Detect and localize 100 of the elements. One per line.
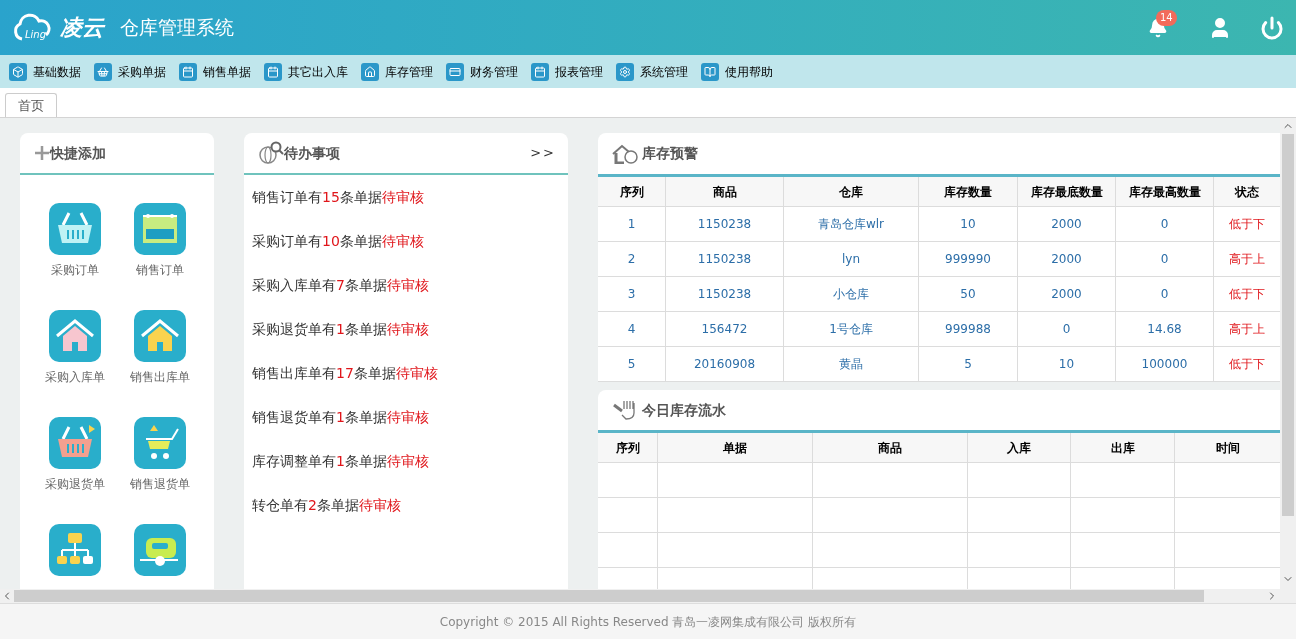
menu-icon [616, 62, 634, 81]
todo-item[interactable]: 销售出库单有17条单据待审核 [252, 363, 568, 407]
column-header: 库存数量 [919, 177, 1018, 206]
table-cell: 青岛仓库wlr [784, 207, 919, 241]
menu-icon [361, 62, 379, 81]
shortcut-label[interactable]: 采购退货单 [44, 475, 105, 493]
menu-icon [179, 62, 197, 81]
sale-sign-icon[interactable] [133, 203, 186, 255]
org-chart-icon[interactable] [48, 524, 101, 576]
power-icon[interactable] [1260, 15, 1284, 40]
menu-item[interactable]: 系统管理 [616, 62, 688, 81]
table-cell: 156472 [666, 312, 784, 346]
table-cell: 10 [1018, 347, 1116, 381]
todo-item[interactable]: 销售订单有15条单据待审核 [252, 187, 568, 231]
column-header: 序列 [598, 433, 658, 462]
table-cell: 0 [1018, 312, 1116, 346]
table-cell: 999988 [919, 312, 1018, 346]
basket-icon[interactable] [48, 417, 101, 469]
shortcut-label[interactable]: 销售订单 [135, 261, 184, 279]
brand-name: 凌云 [60, 14, 104, 42]
table-cell: 100000 [1116, 347, 1214, 381]
menu-icon [531, 62, 549, 81]
todo-item[interactable]: 库存调整单有1条单据待审核 [252, 451, 568, 495]
house-icon[interactable] [48, 310, 101, 362]
shortcut-label[interactable]: 销售退货单 [129, 475, 190, 493]
table-cell: lyn [784, 242, 919, 276]
table-cell: 黄晶 [784, 347, 919, 381]
column-header: 状态 [1233, 183, 1260, 201]
horizontal-scrollbar[interactable] [0, 589, 1296, 603]
column-header: 仓库 [784, 177, 919, 206]
table-cell: 5 [598, 347, 666, 381]
table-cell: 14.68 [1116, 312, 1214, 346]
table-cell: 2 [598, 242, 666, 276]
card-title: 今日库存流水 [642, 400, 726, 420]
menu-item[interactable]: 其它出入库 [264, 62, 348, 81]
card-title: 待办事项 [284, 143, 340, 163]
table-cell: 2000 [1018, 277, 1116, 311]
globe-search-icon [258, 141, 284, 165]
column-header: 商品 [666, 177, 784, 206]
notification-badge: 14 [1156, 9, 1177, 26]
column-header: 单据 [658, 433, 813, 462]
menu-item[interactable]: 财务管理 [446, 62, 518, 81]
table-cell: 5 [919, 347, 1018, 381]
scrollbar-thumb[interactable] [1282, 134, 1294, 516]
todo-item[interactable]: 销售退货单有1条单据待审核 [252, 407, 568, 451]
trailer-icon[interactable] [133, 524, 186, 576]
menu-item[interactable]: 采购单据 [94, 62, 166, 81]
menu-item[interactable]: 报表管理 [531, 62, 603, 81]
table-cell: 50 [919, 277, 1018, 311]
menu-icon [701, 62, 719, 81]
table-cell: 1 [598, 207, 666, 241]
table-cell-text: 高于上 [1228, 321, 1266, 338]
todo-item[interactable]: 转仓单有2条单据待审核 [252, 495, 568, 539]
table-cell: 999990 [919, 242, 1018, 276]
table-cell: 0 [1116, 242, 1214, 276]
todo-item[interactable]: 采购退货单有1条单据待审核 [252, 319, 568, 363]
table-cell: 0 [1116, 277, 1214, 311]
house-icon[interactable] [133, 310, 186, 362]
table-cell: 4 [598, 312, 666, 346]
card-title: 快捷添加 [50, 143, 106, 163]
column-header: 时间 [1214, 439, 1241, 457]
basket-icon[interactable] [48, 203, 101, 255]
table-cell: 0 [1116, 207, 1214, 241]
logo-text: Ling [25, 27, 47, 42]
menu-icon [94, 62, 112, 81]
column-header: 商品 [813, 433, 968, 462]
shortcut-label[interactable]: 采购订单 [50, 261, 99, 279]
todo-item[interactable]: 采购入库单有7条单据待审核 [252, 275, 568, 319]
column-header: 库存最高数量 [1116, 177, 1214, 206]
column-header: 出库 [1071, 433, 1175, 462]
table-cell: 1150238 [666, 242, 784, 276]
menu-item[interactable]: 基础数据 [9, 62, 81, 81]
table-cell: 1150238 [666, 207, 784, 241]
table-cell-text: 低于下 [1228, 286, 1266, 303]
column-header: 库存最底数量 [1018, 177, 1116, 206]
table-cell: 10 [919, 207, 1018, 241]
table-cell: 1号仓库 [784, 312, 919, 346]
menu-item[interactable]: 库存管理 [361, 62, 433, 81]
shortcut-label[interactable]: 销售出库单 [129, 368, 190, 386]
house-coin-icon [612, 143, 638, 164]
plus-icon [34, 145, 50, 161]
menu-icon [264, 62, 282, 81]
table-cell: 2000 [1018, 242, 1116, 276]
column-header: 序列 [598, 177, 666, 206]
table-cell-text: 低于下 [1228, 356, 1266, 373]
menu-icon [446, 62, 464, 81]
tab[interactable]: 首页 [5, 93, 57, 117]
vertical-scrollbar[interactable] [1280, 118, 1296, 589]
table-cell: 小仓库 [784, 277, 919, 311]
menu-item[interactable]: 销售单据 [179, 62, 251, 81]
scrollbar-thumb[interactable] [14, 590, 1204, 602]
table-cell: 20160908 [666, 347, 784, 381]
system-title: 仓库管理系统 [120, 15, 234, 41]
more-link[interactable]: >> [530, 143, 556, 163]
table-cell: 1150238 [666, 277, 784, 311]
menu-item[interactable]: 使用帮助 [701, 62, 773, 81]
shortcut-label[interactable]: 采购入库单 [44, 368, 105, 386]
cart-icon[interactable] [133, 417, 186, 469]
table-cell: 2000 [1018, 207, 1116, 241]
todo-item[interactable]: 采购订单有10条单据待审核 [252, 231, 568, 275]
